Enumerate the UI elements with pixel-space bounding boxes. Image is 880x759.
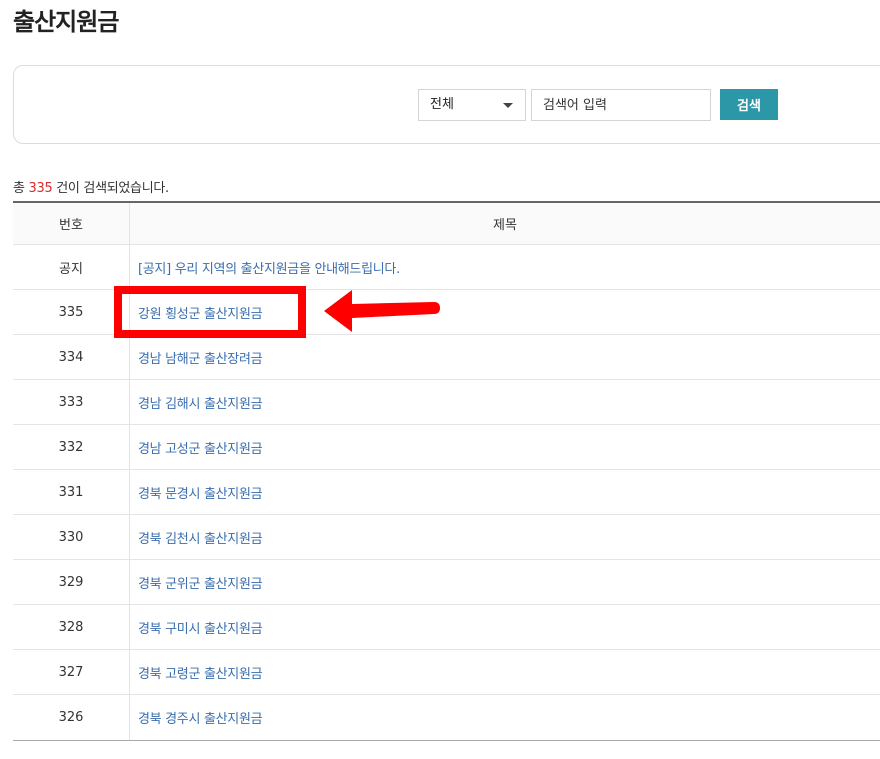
table-row: 334 경남 남해군 출산장려금 xyxy=(13,335,880,380)
search-button[interactable]: 검색 xyxy=(720,89,778,120)
row-number: 331 xyxy=(13,470,130,514)
arrow-left-icon xyxy=(324,290,440,332)
table-row: 326 경북 경주시 출산지원금 xyxy=(13,695,880,740)
table-row: 332 경남 고성군 출산지원금 xyxy=(13,425,880,470)
row-title-link[interactable]: 경북 김천시 출산지원금 xyxy=(138,528,263,547)
row-number: 329 xyxy=(13,560,130,604)
board-table: 번호 제목 공지 [공지] 우리 지역의 출산지원금을 안내해드립니다. 335… xyxy=(13,201,880,741)
table-row: 328 경북 구미시 출산지원금 xyxy=(13,605,880,650)
row-title-link[interactable]: 경북 문경시 출산지원금 xyxy=(138,483,263,502)
result-count-prefix: 총 xyxy=(13,181,29,196)
search-scope-value: 전체 xyxy=(430,97,454,112)
row-title-link[interactable]: 경북 경주시 출산지원금 xyxy=(138,708,263,727)
result-count: 총 335 건이 검색되었습니다. xyxy=(13,177,169,196)
row-title-link[interactable]: 경북 군위군 출산지원금 xyxy=(138,573,263,592)
row-title-link[interactable]: [공지] 우리 지역의 출산지원금을 안내해드립니다. xyxy=(138,258,400,277)
table-row: 331 경북 문경시 출산지원금 xyxy=(13,470,880,515)
result-count-suffix: 건이 검색되었습니다. xyxy=(52,181,169,196)
table-row: 공지 [공지] 우리 지역의 출산지원금을 안내해드립니다. xyxy=(13,245,880,290)
row-number: 330 xyxy=(13,515,130,559)
row-title-link[interactable]: 경북 고령군 출산지원금 xyxy=(138,663,263,682)
page-title: 출산지원금 xyxy=(13,8,119,36)
header-number: 번호 xyxy=(13,203,130,244)
table-header-row: 번호 제목 xyxy=(13,203,880,245)
annotation-highlight-box xyxy=(114,286,306,338)
search-scope-select[interactable]: 전체 xyxy=(418,89,526,121)
table-row: 333 경남 김해시 출산지원금 xyxy=(13,380,880,425)
row-number: 327 xyxy=(13,650,130,694)
table-row: 330 경북 김천시 출산지원금 xyxy=(13,515,880,560)
row-title-link[interactable]: 경남 고성군 출산지원금 xyxy=(138,438,263,457)
row-number: 332 xyxy=(13,425,130,469)
row-title-link[interactable]: 경남 남해군 출산장려금 xyxy=(138,348,263,367)
row-number: 334 xyxy=(13,335,130,379)
row-number: 333 xyxy=(13,380,130,424)
row-title-link[interactable]: 경북 구미시 출산지원금 xyxy=(138,618,263,637)
header-title: 제목 xyxy=(493,218,517,233)
row-number: 335 xyxy=(13,290,130,334)
row-number: 326 xyxy=(13,695,130,740)
row-number: 328 xyxy=(13,605,130,649)
table-row: 327 경북 고령군 출산지원금 xyxy=(13,650,880,695)
result-count-number: 335 xyxy=(28,181,53,196)
caret-down-icon xyxy=(503,103,513,108)
table-row: 329 경북 군위군 출산지원금 xyxy=(13,560,880,605)
search-input[interactable] xyxy=(531,89,711,121)
row-title-link[interactable]: 경남 김해시 출산지원금 xyxy=(138,393,263,412)
row-number: 공지 xyxy=(13,245,130,289)
